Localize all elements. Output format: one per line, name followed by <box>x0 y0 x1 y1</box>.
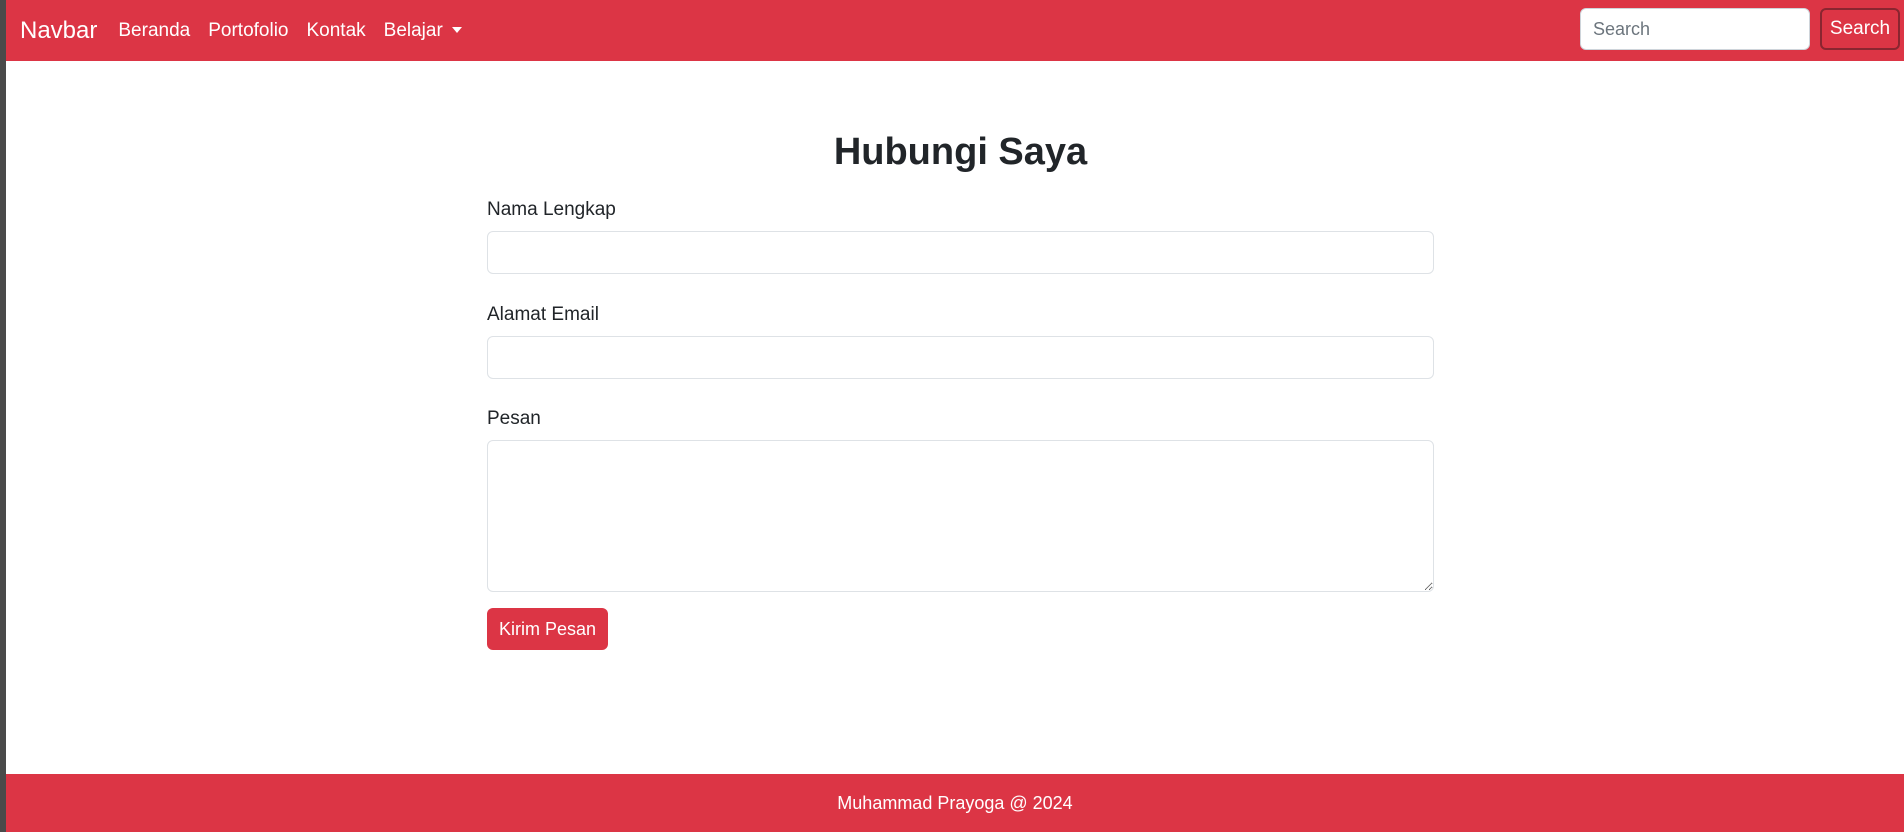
footer: Muhammad Prayoga @ 2024 <box>6 774 1904 832</box>
email-field[interactable] <box>487 336 1434 379</box>
caret-down-icon <box>451 26 462 33</box>
message-textarea[interactable] <box>487 440 1434 592</box>
search-input[interactable] <box>1580 8 1810 50</box>
footer-text: Muhammad Prayoga @ 2024 <box>837 792 1073 813</box>
name-label: Nama Lengkap <box>487 199 616 220</box>
nav-dropdown-label: Belajar <box>383 20 443 41</box>
nav-link-portofolio[interactable]: Portofolio <box>208 21 288 40</box>
page-title: Hubungi Saya <box>833 131 1088 173</box>
search-form: Search <box>1580 8 1900 50</box>
navbar: Navbar Beranda Portofolio Kontak Belajar… <box>6 0 1904 61</box>
message-label: Pesan <box>487 408 541 429</box>
contact-section: Hubungi Saya Nama Lengkap Alamat Email P… <box>487 61 1434 650</box>
search-button[interactable]: Search <box>1820 8 1900 50</box>
email-label: Alamat Email <box>487 304 599 325</box>
name-field[interactable] <box>487 231 1434 274</box>
navbar-brand[interactable]: Navbar <box>20 18 97 43</box>
nav-link-kontak[interactable]: Kontak <box>307 21 366 40</box>
nav-link-beranda[interactable]: Beranda <box>118 21 190 40</box>
nav-dropdown-belajar[interactable]: Belajar <box>384 21 462 40</box>
submit-button[interactable]: Kirim Pesan <box>487 608 608 650</box>
page: Navbar Beranda Portofolio Kontak Belajar… <box>6 0 1904 832</box>
